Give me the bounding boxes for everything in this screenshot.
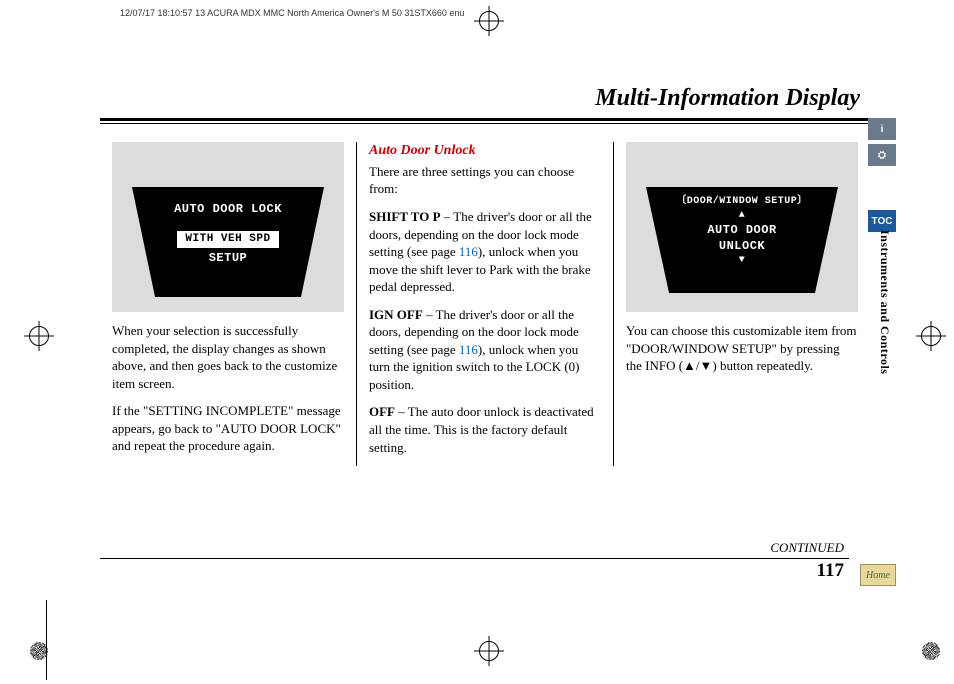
tab-toc[interactable]: TOC [868,210,896,232]
option-text: – The auto door unlock is deactivated al… [369,404,594,454]
page-number: 117 [817,560,844,582]
arrow-down-icon: ▼ [646,254,838,268]
page-link[interactable]: 116 [459,342,478,357]
crop-mark-right [920,325,942,347]
side-tabs: i ⛭ TOC [868,118,896,236]
device-screen-lock: AUTO DOOR LOCK WITH VEH SPD SETUP [132,187,324,297]
body-text: There are three settings you can choose … [369,163,601,198]
registration-mark-br [920,640,942,662]
device-highlight: WITH VEH SPD [177,231,278,248]
body-text: You can choose this customizable item fr… [626,322,858,375]
arrow-up-icon: ▲ [646,209,838,223]
column-2: Auto Door Unlock There are three setting… [356,142,613,466]
device-screen-unlock: 〔DOOR/WINDOW SETUP〕 ▲ AUTO DOOR UNLOCK ▼ [646,187,838,293]
display-panel-unlock: 〔DOOR/WINDOW SETUP〕 ▲ AUTO DOOR UNLOCK ▼ [626,142,858,312]
option-label: OFF [369,404,395,419]
option-shift-to-p: SHIFT TO P – The driver's door or all th… [369,208,601,296]
continued-label: CONTINUED [770,540,844,556]
crop-mark-top [478,10,500,32]
body-text: If the "SETTING INCOMPLETE" message appe… [112,402,344,455]
crop-mark-bottom [478,640,500,662]
page-title: Multi-Information Display [100,85,870,121]
column-3: 〔DOOR/WINDOW SETUP〕 ▲ AUTO DOOR UNLOCK ▼… [613,142,870,466]
footer-rule [100,558,849,559]
display-panel-lock: AUTO DOOR LOCK WITH VEH SPD SETUP [112,142,344,312]
print-meta-header: 12/07/17 18:10:57 13 ACURA MDX MMC North… [120,8,464,18]
section-subhead: Auto Door Unlock [369,142,601,161]
device-line: AUTO DOOR LOCK [132,201,324,217]
option-off: OFF – The auto door unlock is deactivate… [369,403,601,456]
device-bracket: 〔DOOR/WINDOW SETUP〕 [646,195,838,209]
crop-mark-left [28,325,50,347]
device-line: AUTO DOOR [646,222,838,238]
tab-info[interactable]: i [868,118,896,140]
option-ign-off: IGN OFF – The driver's door or all the d… [369,306,601,394]
device-line: SETUP [132,250,324,266]
home-button[interactable]: Home [860,564,896,586]
device-line: UNLOCK [646,238,838,254]
column-1: AUTO DOOR LOCK WITH VEH SPD SETUP When y… [100,142,356,466]
option-label: IGN OFF [369,307,423,322]
body-text: When your selection is successfully comp… [112,322,344,392]
section-vertical-label: Instruments and Controls [877,230,892,374]
option-label: SHIFT TO P [369,209,441,224]
content-columns: AUTO DOOR LOCK WITH VEH SPD SETUP When y… [100,142,870,466]
trim-line [46,600,47,680]
tab-car-icon[interactable]: ⛭ [868,144,896,166]
page-link[interactable]: 116 [459,244,478,259]
title-rule [100,123,870,124]
